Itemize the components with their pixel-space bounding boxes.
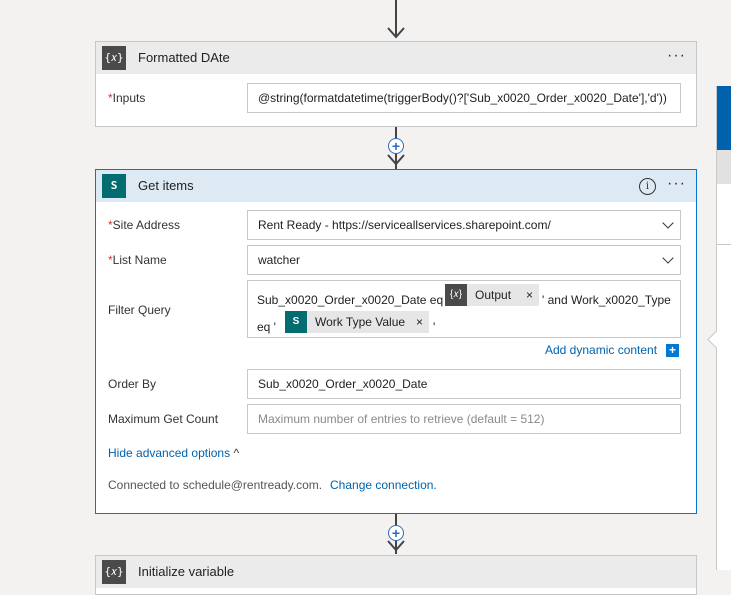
- filter-query-label: Filter Query: [108, 303, 171, 317]
- add-dynamic-content-link[interactable]: Add dynamic content: [545, 343, 657, 357]
- order-by-field[interactable]: Sub_x0020_Order_x0020_Date: [247, 369, 681, 399]
- sharepoint-icon: S: [102, 174, 126, 198]
- variable-icon: {𝑥}: [102, 46, 126, 70]
- insert-step-icon[interactable]: +: [388, 138, 404, 154]
- card-title: Initialize variable: [138, 564, 235, 579]
- connector-arrow-icon: [387, 154, 405, 166]
- more-options-icon[interactable]: ···: [667, 48, 686, 64]
- list-name-value: watcher: [258, 253, 301, 267]
- remove-token-icon[interactable]: ×: [526, 284, 533, 306]
- change-connection-link[interactable]: Change connection.: [330, 478, 437, 492]
- card-title: Get items: [138, 178, 194, 193]
- work-type-value-token[interactable]: S Work Type Value ×: [285, 311, 429, 333]
- info-icon[interactable]: i: [639, 178, 656, 195]
- inputs-label: *Inputs: [108, 91, 146, 105]
- max-get-count-field[interactable]: Maximum number of entries to retrieve (d…: [247, 404, 681, 434]
- card-header[interactable]: S Get items i ···: [96, 170, 696, 202]
- filter-text: ' and Work_x0020_Type: [542, 293, 671, 307]
- panel-tab[interactable]: [717, 150, 731, 184]
- panel-header: [717, 86, 731, 150]
- filter-text: ': [433, 320, 436, 334]
- formatted-date-card: {𝑥} Formatted DAte ··· *Inputs @string(f…: [95, 41, 697, 127]
- chevron-down-icon: [662, 217, 674, 229]
- hide-advanced-options-link[interactable]: Hide advanced options ^: [108, 446, 239, 460]
- card-header[interactable]: {𝑥} Formatted DAte ···: [96, 42, 696, 74]
- connector-arrow-icon: [387, 540, 405, 552]
- filter-text: Sub_x0020_Order_x0020_Date eq ': [257, 293, 449, 307]
- connected-to-text: Connected to schedule@rentready.com.: [108, 478, 323, 492]
- site-address-value: Rent Ready - https://serviceallservices.…: [258, 218, 551, 232]
- filter-query-field[interactable]: Sub_x0020_Order_x0020_Date eq ' {𝑥} Outp…: [247, 280, 681, 338]
- site-address-label: *Site Address: [108, 218, 181, 232]
- token-label: Output: [475, 288, 512, 302]
- list-name-dropdown[interactable]: watcher: [247, 245, 681, 275]
- card-header[interactable]: {𝑥} Initialize variable: [96, 556, 696, 588]
- remove-token-icon[interactable]: ×: [416, 311, 423, 333]
- more-options-icon[interactable]: ···: [667, 176, 686, 192]
- site-address-dropdown[interactable]: Rent Ready - https://serviceallservices.…: [247, 210, 681, 240]
- output-token[interactable]: {𝑥} Output ×: [445, 284, 539, 306]
- variable-icon: {𝑥}: [102, 560, 126, 584]
- variable-icon: {𝑥}: [445, 284, 467, 306]
- max-get-count-label: Maximum Get Count: [108, 412, 219, 426]
- inputs-field[interactable]: @string(formatdatetime(triggerBody()?['S…: [247, 83, 681, 113]
- order-by-label: Order By: [108, 377, 157, 391]
- card-title: Formatted DAte: [138, 50, 230, 65]
- caret-up-icon: ^: [233, 446, 240, 460]
- dynamic-content-panel: [716, 86, 731, 570]
- list-name-label: *List Name: [108, 253, 167, 267]
- panel-search[interactable]: [717, 184, 731, 245]
- get-items-card: S Get items i ··· *Site Address Rent Rea…: [95, 169, 697, 514]
- chevron-down-icon: [662, 252, 674, 264]
- sharepoint-icon: S: [285, 311, 307, 333]
- add-dynamic-plus-icon[interactable]: +: [666, 344, 679, 357]
- token-label: Work Type Value: [315, 315, 406, 329]
- connector-arrow-icon: [387, 27, 405, 39]
- initialize-variable-card[interactable]: {𝑥} Initialize variable: [95, 555, 697, 595]
- filter-text: eq ': [257, 320, 276, 334]
